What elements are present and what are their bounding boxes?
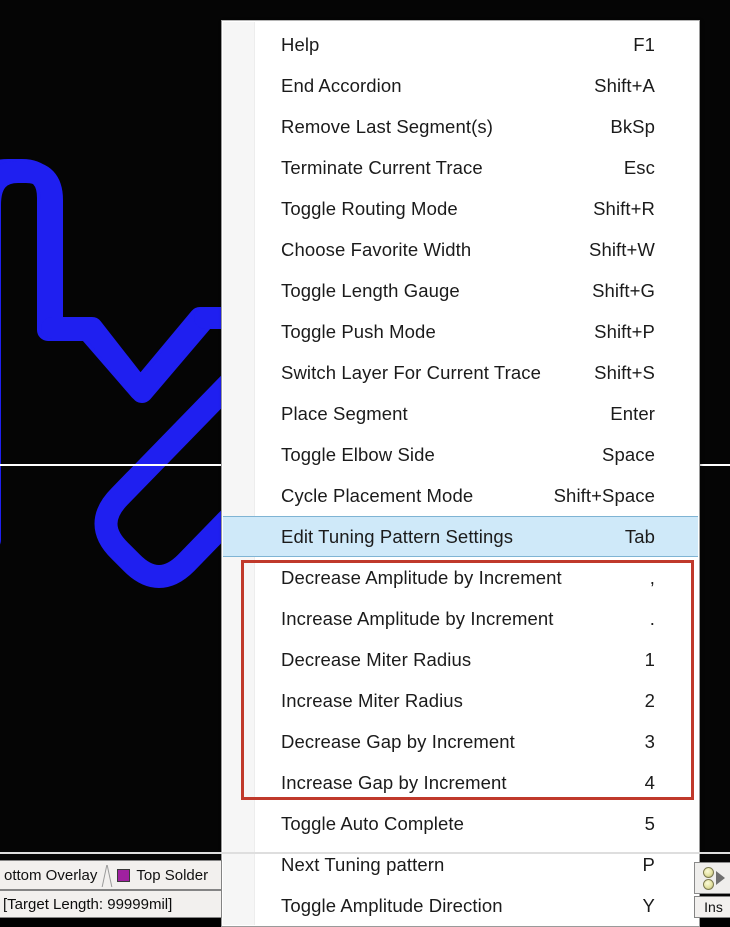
menu-item-shortcut: Shift+W [589,238,655,260]
menu-item-increase-miter-radius[interactable]: Increase Miter Radius 2 [222,680,699,721]
menu-item-increase-amplitude-by-increment[interactable]: Increase Amplitude by Increment . [222,598,699,639]
menu-item-place-segment[interactable]: Place Segment Enter [222,393,699,434]
layer-tab-top-solder[interactable]: Top Solder [112,862,213,888]
canvas-bottom-divider [0,852,730,854]
menu-item-shortcut: 1 [644,648,655,670]
menu-item-terminate-current-trace[interactable]: Terminate Current Trace Esc [222,147,699,188]
menu-item-end-accordion[interactable]: End Accordion Shift+A [222,65,699,106]
status-bar: [Target Length: 99999mil] [0,890,222,918]
menu-item-shortcut: Shift+G [592,279,655,301]
target-length-status: [Target Length: 99999mil] [3,895,173,913]
menu-item-help[interactable]: Help F1 [222,24,699,65]
menu-item-label: Toggle Auto Complete [281,812,465,834]
menu-item-label: Decrease Miter Radius [281,648,472,670]
menu-item-shortcut: Tab [624,525,655,547]
dot-lower-icon [702,878,714,890]
menu-item-label: Place Segment [281,402,408,424]
insert-mode-label: Ins [704,899,723,915]
menu-item-shortcut: Shift+A [594,74,655,96]
two-dots-play-icon[interactable] [694,862,730,894]
menu-item-toggle-elbow-side[interactable]: Toggle Elbow Side Space [222,434,699,475]
menu-item-label: Increase Gap by Increment [281,771,507,793]
menu-item-label: Decrease Amplitude by Increment [281,566,562,588]
menu-item-edit-tuning-pattern-settings[interactable]: Edit Tuning Pattern Settings Tab [223,516,698,557]
menu-item-next-tuning-pattern[interactable]: Next Tuning pattern P [222,844,699,885]
menu-item-label: Toggle Amplitude Direction [281,894,503,916]
menu-item-toggle-routing-mode[interactable]: Toggle Routing Mode Shift+R [222,188,699,229]
menu-item-label: Toggle Length Gauge [281,279,460,301]
menu-item-shortcut: BkSp [610,115,655,137]
layer-tab-bar[interactable]: ottom Overlay Top Solder [0,860,222,890]
insert-mode-indicator: Ins [694,896,730,918]
dots-group [702,866,714,890]
menu-item-label: End Accordion [281,74,402,96]
menu-item-label: Choose Favorite Width [281,238,472,260]
menu-item-increase-gap-by-increment[interactable]: Increase Gap by Increment 4 [222,762,699,803]
menu-item-shortcut: Esc [623,156,655,178]
menu-item-label: Help [281,33,320,55]
menu-item-label: Switch Layer For Current Trace [281,361,542,383]
menu-item-shortcut: F1 [633,33,655,55]
menu-item-label: Increase Miter Radius [281,689,464,711]
menu-item-label: Toggle Routing Mode [281,197,458,219]
menu-item-label: Next Tuning pattern [281,853,445,875]
menu-item-label: Increase Amplitude by Increment [281,607,554,629]
menu-item-shortcut: Space [602,443,655,465]
menu-item-shortcut: 2 [644,689,655,711]
layer-tab-bottom-overlay[interactable]: ottom Overlay [0,862,102,888]
menu-item-decrease-gap-by-increment[interactable]: Decrease Gap by Increment 3 [222,721,699,762]
layer-tab-label: Top Solder [136,866,209,884]
menu-item-shortcut: Shift+R [593,197,655,219]
menu-item-label: Decrease Gap by Increment [281,730,515,752]
menu-item-toggle-push-mode[interactable]: Toggle Push Mode Shift+P [222,311,699,352]
menu-item-shortcut: 4 [644,771,655,793]
menu-item-label: Edit Tuning Pattern Settings [281,525,514,547]
dot-upper-icon [702,866,714,878]
menu-item-label: Remove Last Segment(s) [281,115,493,137]
menu-item-remove-last-segments[interactable]: Remove Last Segment(s) BkSp [222,106,699,147]
menu-item-shortcut: P [642,853,655,875]
menu-item-shortcut: Y [642,894,655,916]
menu-item-decrease-miter-radius[interactable]: Decrease Miter Radius 1 [222,639,699,680]
menu-item-label: Terminate Current Trace [281,156,483,178]
layer-tab-divider [102,863,112,887]
menu-item-shortcut: . [649,607,655,629]
menu-item-label: Toggle Push Mode [281,320,436,342]
play-arrow-icon [715,871,725,885]
routing-shortcuts-context-menu[interactable]: Help F1 End Accordion Shift+A Remove Las… [221,20,700,927]
menu-item-switch-layer-for-current-trace[interactable]: Switch Layer For Current Trace Shift+S [222,352,699,393]
menu-item-shortcut: 5 [644,812,655,834]
menu-item-toggle-length-gauge[interactable]: Toggle Length Gauge Shift+G [222,270,699,311]
menu-item-shortcut: 3 [644,730,655,752]
menu-item-shortcut: Enter [610,402,655,424]
menu-item-shortcut: Shift+P [594,320,655,342]
menu-item-choose-favorite-width[interactable]: Choose Favorite Width Shift+W [222,229,699,270]
menu-item-cycle-placement-mode[interactable]: Cycle Placement Mode Shift+Space [222,475,699,516]
layer-tab-label: ottom Overlay [4,866,98,884]
menu-item-decrease-amplitude-by-increment[interactable]: Decrease Amplitude by Increment , [222,557,699,598]
menu-item-shortcut: Shift+Space [553,484,655,506]
menu-item-label: Cycle Placement Mode [281,484,474,506]
menu-item-shortcut: , [649,566,655,588]
menu-item-toggle-amplitude-direction[interactable]: Toggle Amplitude Direction Y [222,885,699,926]
menu-item-shortcut: Shift+S [594,361,655,383]
menu-item-toggle-auto-complete[interactable]: Toggle Auto Complete 5 [222,803,699,844]
menu-item-label: Toggle Elbow Side [281,443,435,465]
layer-color-swatch [117,868,131,882]
